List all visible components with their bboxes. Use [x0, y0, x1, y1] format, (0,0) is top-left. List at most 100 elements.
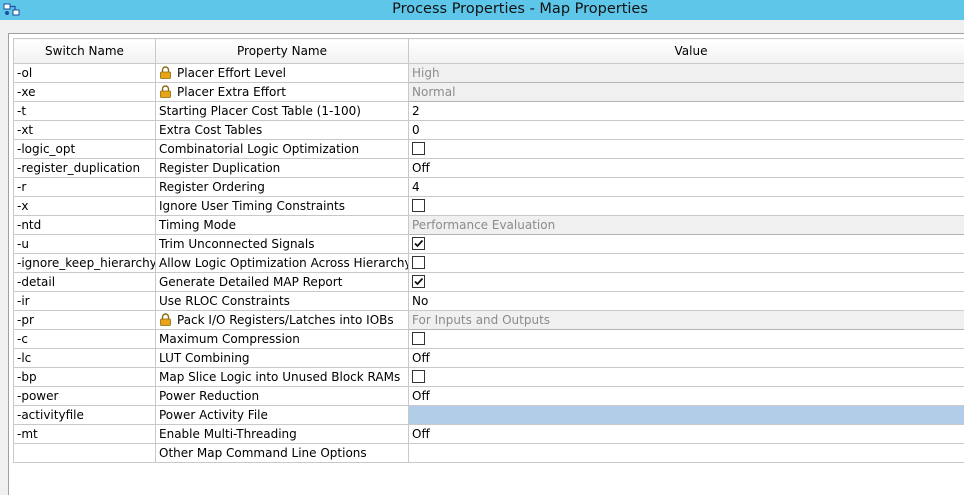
value-cell[interactable]: 2 — [409, 102, 964, 121]
value-cell[interactable]: Off — [409, 425, 964, 444]
value-checkbox[interactable] — [412, 237, 425, 250]
property-name-cell: Trim Unconnected Signals — [156, 235, 409, 254]
property-name-label: Timing Mode — [159, 218, 236, 232]
property-name-cell: Map Slice Logic into Unused Block RAMs — [156, 368, 409, 387]
table-row[interactable]: -xIgnore User Timing Constraints — [14, 197, 964, 216]
property-name-cell: Maximum Compression — [156, 330, 409, 349]
value-cell[interactable] — [409, 140, 964, 159]
property-name-cell: Use RLOC Constraints — [156, 292, 409, 311]
table-row[interactable]: -irUse RLOC Constraints No — [14, 292, 964, 311]
value-cell[interactable]: No — [409, 292, 964, 311]
window-title: Process Properties - Map Properties — [0, 0, 964, 20]
value-checkbox[interactable] — [412, 370, 425, 383]
property-name-label: Ignore User Timing Constraints — [159, 199, 345, 213]
value-checkbox[interactable] — [412, 142, 425, 155]
table-row[interactable]: -bpMap Slice Logic into Unused Block RAM… — [14, 368, 964, 387]
table-row[interactable]: -olPlacer Effort LevelHigh — [14, 64, 964, 83]
table-row[interactable]: -pr Pack I/O Registers/Latches into IOBs F… — [14, 311, 964, 330]
switch-name-cell: -t — [14, 102, 156, 121]
value-cell[interactable] — [409, 254, 964, 273]
value-text: Off — [412, 161, 430, 175]
switch-name-cell: -lc — [14, 349, 156, 368]
value-cell[interactable] — [409, 444, 964, 463]
table-row[interactable]: -lcLUT Combining Off — [14, 349, 964, 368]
property-name-cell: Placer Extra Effort — [156, 83, 409, 102]
table-row[interactable]: -ntdTiming ModePerformance Evaluation — [14, 216, 964, 235]
table-row[interactable]: -ignore_keep_hierarchyAllow Logic Optimi… — [14, 254, 964, 273]
switch-name-cell: -r — [14, 178, 156, 197]
switch-name-cell: -u — [14, 235, 156, 254]
value-cell[interactable]: Off — [409, 349, 964, 368]
property-name-label: Extra Cost Tables — [159, 123, 262, 137]
table-row[interactable]: -cMaximum Compression — [14, 330, 964, 349]
checkmark-icon — [413, 238, 424, 249]
property-name-label: Register Duplication — [159, 161, 280, 175]
value-text: Off — [412, 389, 430, 403]
value-checkbox[interactable] — [412, 332, 425, 345]
value-checkbox[interactable] — [412, 256, 425, 269]
value-text: Off — [412, 351, 430, 365]
column-header-switch-name[interactable]: Switch Name — [14, 39, 156, 64]
property-name-cell: Pack I/O Registers/Latches into IOBs — [156, 311, 409, 330]
switch-name-cell: -xe — [14, 83, 156, 102]
value-cell[interactable]: Off — [409, 387, 964, 406]
property-name-cell: Allow Logic Optimization Across Hierarch… — [156, 254, 409, 273]
value-cell[interactable] — [409, 235, 964, 254]
switch-name-cell: -x — [14, 197, 156, 216]
value-cell[interactable] — [409, 273, 964, 292]
value-checkbox[interactable] — [412, 199, 425, 212]
switch-name-cell: -ir — [14, 292, 156, 311]
table-row[interactable]: -logic_optCombinatorial Logic Optimizati… — [14, 140, 964, 159]
table-row[interactable]: -xtExtra Cost Tables 0 — [14, 121, 964, 140]
value-text: 4 — [412, 180, 420, 194]
column-header-property-name[interactable]: Property Name — [156, 39, 409, 64]
table-row[interactable]: -detailGenerate Detailed MAP Report — [14, 273, 964, 292]
value-text: 0 — [412, 123, 420, 137]
switch-name-cell: -xt — [14, 121, 156, 140]
table-row[interactable]: -register_duplicationRegister Duplicatio… — [14, 159, 964, 178]
table-row[interactable]: -activityfilePower Activity File — [14, 406, 964, 425]
value-text: High — [412, 66, 440, 80]
property-name-cell: Generate Detailed MAP Report — [156, 273, 409, 292]
value-checkbox[interactable] — [412, 275, 425, 288]
switch-name-cell: -register_duplication — [14, 159, 156, 178]
property-name-label: Use RLOC Constraints — [159, 294, 290, 308]
table-row[interactable]: -rRegister Ordering4 — [14, 178, 964, 197]
property-name-cell: Starting Placer Cost Table (1-100) — [156, 102, 409, 121]
table-row[interactable]: -mtEnable Multi-ThreadingOff — [14, 425, 964, 444]
property-name-label: Enable Multi-Threading — [159, 427, 297, 441]
property-name-cell: Register Duplication — [156, 159, 409, 178]
value-cell[interactable]: 4 — [409, 178, 964, 197]
switch-name-cell: -ignore_keep_hierarchy — [14, 254, 156, 273]
property-name-label: LUT Combining — [159, 351, 250, 365]
property-name-label: Pack I/O Registers/Latches into IOBs — [177, 313, 394, 327]
switch-name-cell: -pr — [14, 311, 156, 330]
property-name-label: Other Map Command Line Options — [159, 446, 367, 460]
value-cell[interactable] — [409, 197, 964, 216]
table-row[interactable]: -xePlacer Extra EffortNormal — [14, 83, 964, 102]
value-text: For Inputs and Outputs — [412, 313, 550, 327]
property-name-cell: Other Map Command Line Options — [156, 444, 409, 463]
property-name-label: Trim Unconnected Signals — [159, 237, 315, 251]
switch-name-cell: -power — [14, 387, 156, 406]
property-name-label: Placer Effort Level — [177, 66, 286, 80]
value-text: Normal — [412, 85, 455, 99]
table-row[interactable]: -tStarting Placer Cost Table (1-100)2 — [14, 102, 964, 121]
value-text: 2 — [412, 104, 420, 118]
table-row[interactable]: -powerPower ReductionOff — [14, 387, 964, 406]
properties-table: Switch Name Property Name Value -olPlace… — [13, 38, 964, 463]
column-header-value[interactable]: Value — [409, 39, 964, 64]
value-text: Off — [412, 427, 430, 441]
table-row[interactable]: -uTrim Unconnected Signals — [14, 235, 964, 254]
value-cell: High — [409, 64, 964, 83]
property-name-cell: Placer Effort Level — [156, 64, 409, 83]
property-name-label: Allow Logic Optimization Across Hierarch… — [159, 256, 409, 270]
value-cell[interactable]: Off — [409, 159, 964, 178]
value-cell: Performance Evaluation — [409, 216, 964, 235]
table-row[interactable]: Other Map Command Line Options — [14, 444, 964, 463]
property-name-label: Generate Detailed MAP Report — [159, 275, 342, 289]
value-cell[interactable] — [409, 368, 964, 387]
value-cell[interactable] — [409, 406, 964, 425]
value-cell[interactable] — [409, 330, 964, 349]
value-cell[interactable]: 0 — [409, 121, 964, 140]
